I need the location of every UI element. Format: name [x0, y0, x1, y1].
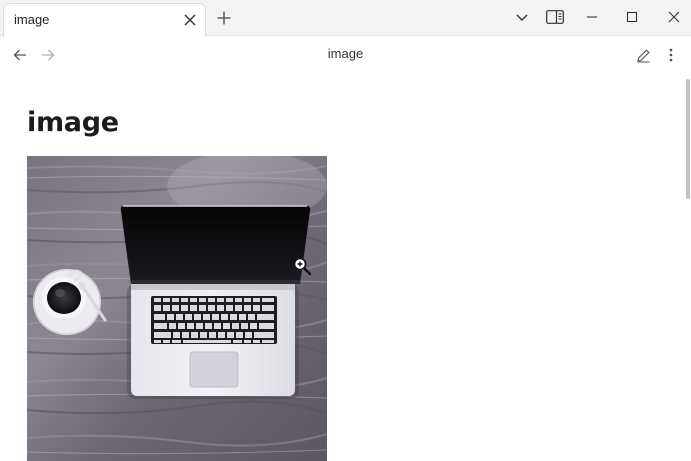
document-heading: image: [27, 107, 119, 138]
page-title: image: [327, 46, 364, 61]
vertical-scrollbar[interactable]: [684, 73, 691, 461]
title-bar: image: [0, 0, 691, 37]
minimize-icon[interactable]: [580, 6, 604, 28]
tab-title: image: [14, 12, 50, 27]
arrow-left-icon[interactable]: [9, 44, 31, 66]
document-content: image: [0, 73, 684, 461]
plus-icon[interactable]: [213, 7, 235, 29]
close-window-icon[interactable]: [662, 6, 686, 28]
close-icon[interactable]: [181, 11, 199, 29]
pencil-icon[interactable]: [632, 44, 654, 66]
chevron-down-icon[interactable]: [510, 6, 534, 28]
more-vertical-icon[interactable]: [660, 44, 682, 66]
scrollbar-thumb[interactable]: [686, 79, 690, 199]
sidebar-icon[interactable]: [543, 6, 567, 28]
navigation-bar: image: [0, 37, 691, 73]
arrow-right-icon[interactable]: [37, 44, 59, 66]
laptop-coffee-image[interactable]: [27, 156, 327, 461]
maximize-icon[interactable]: [620, 6, 644, 28]
tab-image[interactable]: image: [3, 3, 206, 37]
